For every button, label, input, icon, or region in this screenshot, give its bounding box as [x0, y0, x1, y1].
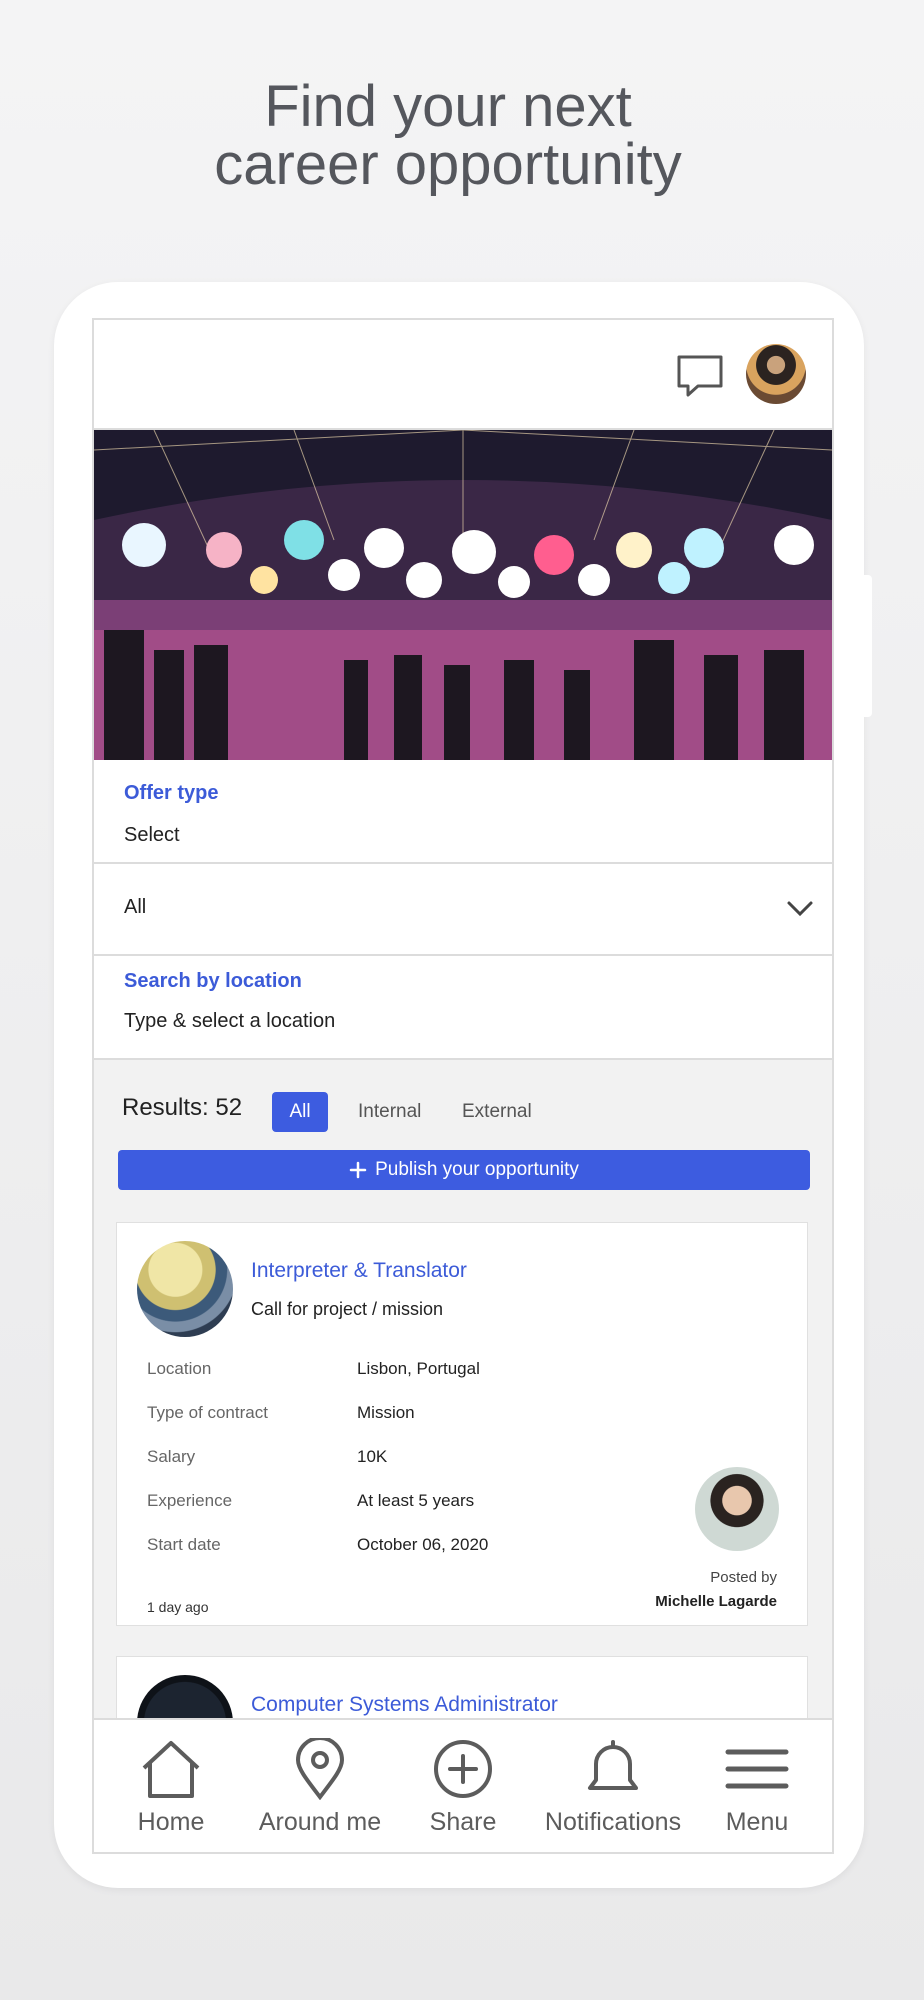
location-input[interactable]: Type & select a location	[124, 1010, 335, 1033]
top-bar	[94, 320, 832, 430]
hero-title: Find your next career opportunity	[0, 78, 896, 194]
job-subtitle: Call for project / mission	[251, 1299, 444, 1319]
category-select[interactable]: All	[94, 864, 832, 956]
app-screen: Offer type Select All Search by location…	[92, 318, 834, 1854]
field-key-contract: Type of contract	[147, 1403, 268, 1422]
publish-opportunity-button[interactable]: Publish your opportunity	[118, 1150, 810, 1190]
posted-age: 1 day ago	[147, 1599, 209, 1615]
chevron-down-icon	[787, 901, 813, 917]
results-bar: Results: 52 All Internal External	[94, 1080, 832, 1140]
phone-side-button	[864, 575, 872, 717]
publish-button-label: Publish your opportunity	[375, 1159, 579, 1180]
banner-illustration	[94, 430, 832, 760]
field-key-location: Location	[147, 1359, 212, 1378]
bottom-navigation: Home Around me Share Notifications Menu	[94, 1718, 832, 1852]
job-thumbnail	[137, 1241, 233, 1337]
field-value-start-date: October 06, 2020	[357, 1535, 489, 1554]
plus-icon	[349, 1161, 367, 1179]
offer-type-field[interactable]: Offer type Select	[94, 760, 832, 864]
field-value-location: Lisbon, Portugal	[357, 1359, 480, 1378]
field-key-salary: Salary	[147, 1447, 196, 1466]
field-value-contract: Mission	[357, 1403, 415, 1422]
results-count: Results: 52	[122, 1094, 243, 1121]
banner-image	[94, 430, 832, 760]
nav-around-me-label: Around me	[258, 1808, 382, 1836]
menu-icon	[725, 1749, 789, 1789]
bell-icon	[588, 1740, 638, 1790]
chat-icon[interactable]	[676, 354, 724, 398]
job-title[interactable]: Computer Systems Administrator	[251, 1693, 558, 1717]
nav-notifications-label: Notifications	[544, 1808, 682, 1836]
user-avatar[interactable]	[746, 344, 806, 404]
plus-circle-icon	[434, 1740, 492, 1798]
nav-home-label: Home	[137, 1808, 205, 1836]
job-card[interactable]: Interpreter & Translator Call for projec…	[116, 1222, 808, 1626]
category-select-value: All	[124, 896, 147, 918]
poster-name[interactable]: Michelle Lagarde	[655, 1593, 777, 1610]
map-pin-icon	[295, 1738, 345, 1800]
field-key-start-date: Start date	[147, 1535, 221, 1554]
nav-notifications[interactable]: Notifications	[538, 1738, 688, 1837]
nav-home[interactable]: Home	[96, 1738, 246, 1837]
field-key-experience: Experience	[147, 1491, 233, 1510]
nav-around-me[interactable]: Around me	[245, 1738, 395, 1837]
field-value-salary: 10K	[357, 1447, 388, 1466]
location-label: Search by location	[124, 970, 302, 992]
nav-share-label: Share	[429, 1808, 497, 1836]
nav-menu[interactable]: Menu	[682, 1738, 832, 1837]
poster-avatar[interactable]	[695, 1467, 779, 1551]
hero-title-line-1: Find your next	[264, 74, 632, 139]
offer-type-label: Offer type	[124, 782, 219, 804]
hero-title-line-2: career opportunity	[214, 132, 682, 197]
location-field[interactable]: Search by location Type & select a locat…	[94, 956, 832, 1060]
tab-external[interactable]: External	[454, 1092, 540, 1132]
tab-internal[interactable]: Internal	[350, 1092, 429, 1132]
field-value-experience: At least 5 years	[357, 1491, 475, 1510]
nav-share[interactable]: Share	[388, 1738, 538, 1837]
job-title[interactable]: Interpreter & Translator	[251, 1259, 467, 1283]
home-icon	[142, 1741, 200, 1798]
posted-by-label: Posted by	[710, 1569, 777, 1586]
nav-menu-label: Menu	[725, 1808, 789, 1836]
tab-all[interactable]: All	[272, 1092, 328, 1132]
offer-type-value: Select	[124, 824, 180, 846]
